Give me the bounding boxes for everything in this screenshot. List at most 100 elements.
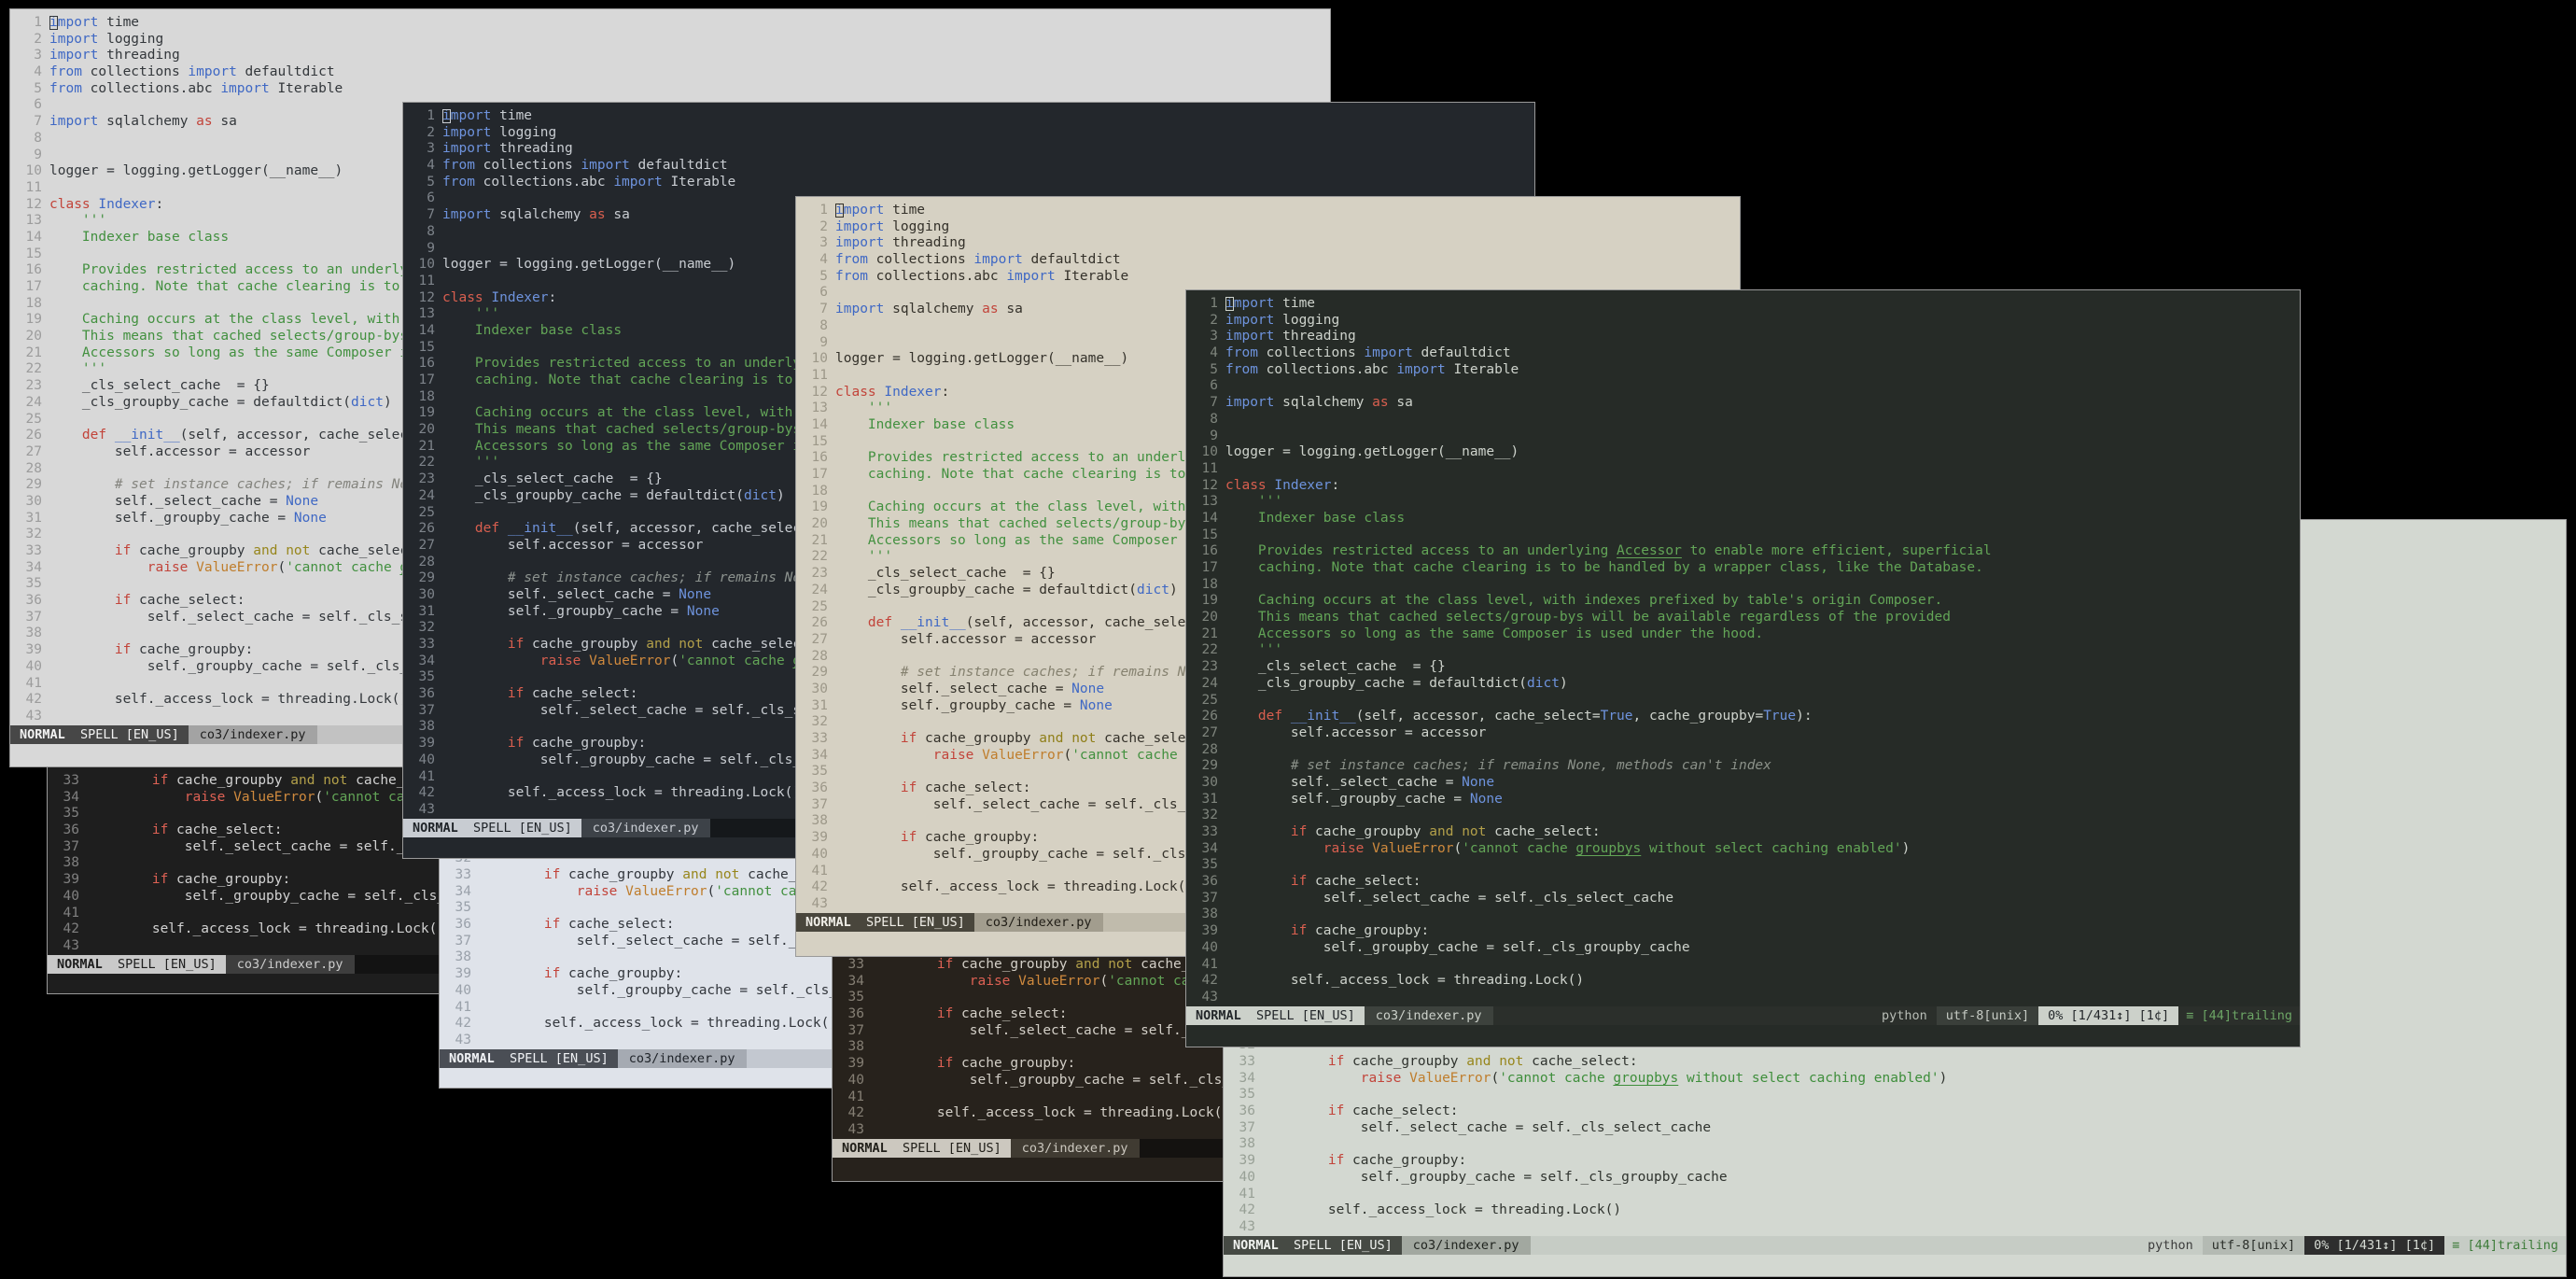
- code-token: raise: [1360, 1070, 1402, 1086]
- code-token: None: [1071, 681, 1105, 696]
- code-line: 27 self.accessor = accessor: [1186, 725, 2300, 742]
- editor-window-w4[interactable]: 1 import time 2 import logging 3 import threa…: [1185, 289, 2301, 1047]
- code-line: 35: [1186, 857, 2300, 874]
- code-area[interactable]: 1 import time 2 import logging 3 import threa…: [1186, 290, 2300, 1006]
- code-token: logger = logging.getLogger(__name__): [835, 351, 1129, 367]
- code-text: from collections import defaultdict: [1225, 345, 2300, 362]
- code-text: import logging: [442, 125, 1534, 142]
- line-number: 37: [455, 933, 471, 949]
- code-token: dict: [1527, 675, 1560, 691]
- code-token: if: [479, 966, 561, 982]
- code-token: from: [1225, 345, 1258, 361]
- code-token: logging: [98, 31, 164, 47]
- code-token: :: [155, 196, 164, 212]
- line-number: 39: [63, 872, 79, 888]
- line-number: 36: [1201, 874, 1218, 890]
- line-number: 32: [25, 527, 42, 542]
- code-token: def: [442, 521, 500, 537]
- code-token: collections.abc: [867, 268, 1007, 284]
- line-number: 30: [1201, 774, 1218, 790]
- line-number: 33: [811, 731, 828, 746]
- code-token: self._groupby_cache =: [49, 510, 294, 526]
- line-number: 14: [418, 322, 435, 338]
- code-token: ): [1901, 840, 1911, 856]
- spell-indicator: SPELL [EN_US]: [64, 726, 179, 742]
- code-text: Caching occurs at the class level, with …: [1225, 593, 2300, 610]
- line-number: 24: [1201, 675, 1218, 691]
- code-token: ): [1559, 675, 1568, 691]
- code-token: ''': [49, 361, 107, 377]
- mode-indicator: NORMAL SPELL [EN_US]: [833, 1138, 1011, 1158]
- command-line: [1186, 1025, 2300, 1047]
- line-number: 35: [847, 990, 864, 1005]
- line-number: 2: [34, 31, 42, 47]
- line-number: 21: [418, 438, 435, 454]
- line-number: 36: [63, 822, 79, 838]
- code-token: sa: [1388, 395, 1413, 411]
- line-number: 27: [418, 537, 435, 553]
- code-token: cache_groupby: [560, 867, 683, 882]
- code-text: if cache_select:: [1263, 1103, 2566, 1120]
- status-encoding: utf-8[unix]: [2202, 1235, 2305, 1255]
- line-number: 43: [25, 708, 42, 724]
- code-line: 32: [1186, 808, 2300, 824]
- code-token: class: [1225, 477, 1267, 493]
- line-number: 27: [1201, 724, 1218, 740]
- code-token: defaultdict: [236, 64, 335, 80]
- code-token: class: [835, 384, 876, 400]
- desktop: 1 import time 2 import logging 3 import threa…: [0, 0, 2576, 1279]
- line-number: 15: [811, 433, 828, 449]
- line-number: 38: [63, 855, 79, 871]
- line-number: 26: [1201, 709, 1218, 724]
- code-token: dict: [351, 394, 384, 410]
- code-text: if cache_groupby:: [1225, 923, 2300, 940]
- menu-icon: ≡: [2186, 1007, 2202, 1023]
- line-number: 23: [1201, 659, 1218, 675]
- code-token: Indexer: [98, 196, 156, 212]
- mode-label: NORMAL: [1196, 1007, 1241, 1023]
- code-line: 2 import logging: [796, 219, 1740, 236]
- code-token: if: [872, 957, 954, 972]
- code-token: 'cannot cache: [286, 559, 400, 575]
- line-number: 20: [811, 516, 828, 532]
- code-token: self._access_lock = threading.Lock(): [479, 1016, 838, 1032]
- code-token: , cache_groupby=: [1632, 709, 1764, 724]
- code-token: if: [49, 642, 132, 658]
- code-token: self._select_cache = self._cls_select_ca…: [1263, 1119, 1712, 1135]
- code-text: self._select_cache = self._cls_select_ca…: [1225, 891, 2300, 907]
- code-line: 21 Accessors so long as the same Compose…: [1186, 626, 2300, 643]
- code-token: without select caching enabled': [1641, 840, 1902, 856]
- line-number: 11: [25, 179, 42, 195]
- line-number: 5: [34, 80, 42, 96]
- code-token: ValueError: [196, 559, 278, 575]
- line-number: 17: [1201, 560, 1218, 575]
- line-number: 33: [1239, 1054, 1255, 1069]
- line-number: 31: [418, 603, 435, 619]
- line-number: 41: [1239, 1186, 1255, 1202]
- code-token: ): [383, 394, 392, 410]
- code-line: 43: [1224, 1219, 2566, 1236]
- code-line: 18: [1186, 577, 2300, 594]
- code-line: 22 ''': [1186, 642, 2300, 659]
- line-number: 34: [1201, 840, 1218, 856]
- code-token: if: [1263, 1054, 1345, 1069]
- line-number: 37: [418, 702, 435, 718]
- code-token: cache_select:: [1486, 824, 1601, 839]
- line-number: 34: [63, 789, 79, 805]
- line-number: 33: [1201, 824, 1218, 839]
- status-filename: co3/indexer.py: [973, 912, 1103, 932]
- misspelled-word: Accessor: [1617, 543, 1682, 559]
- line-number: 40: [847, 1072, 864, 1088]
- line-number: 8: [34, 130, 42, 146]
- line-number: 39: [1201, 923, 1218, 939]
